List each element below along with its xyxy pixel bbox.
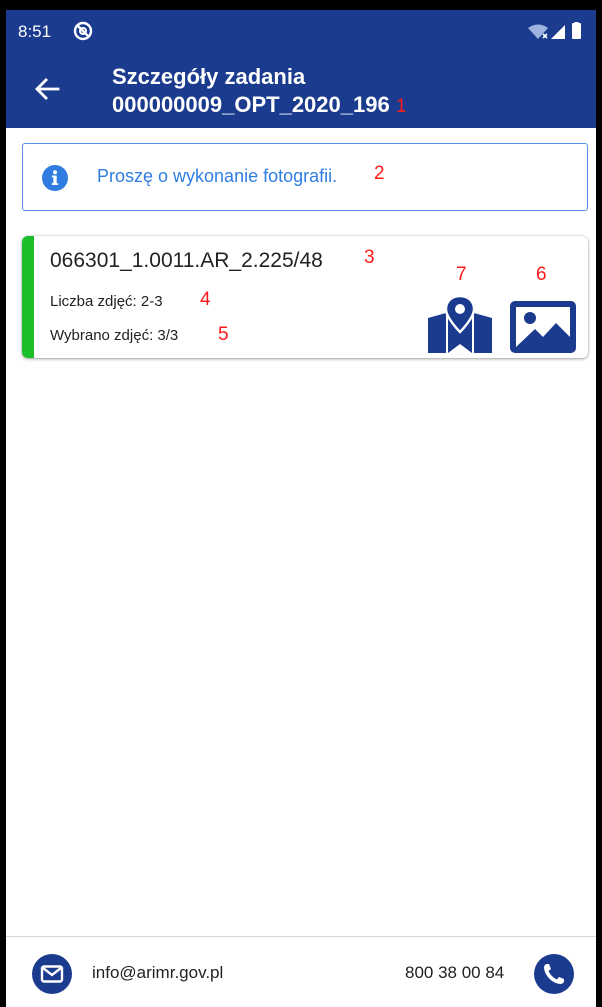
task-id: 000000009_OPT_2020_196 1 [112, 92, 406, 118]
info-message-box: Proszę o wykonanie fotografii. 2 [22, 143, 588, 211]
status-time: 8:51 [18, 22, 52, 41]
info-icon [42, 165, 68, 191]
task-id-text: 000000009_OPT_2020_196 [112, 92, 390, 117]
network-status-icons [528, 22, 581, 39]
selected-photos-label: Wybrano zdjęć: 3/3 [50, 327, 179, 344]
phone-icon[interactable] [534, 954, 574, 994]
phone-screen: 8:51 Szczegóły zadania 000000009_OPT_202… [6, 10, 596, 1007]
back-arrow-icon[interactable] [32, 74, 62, 104]
card-status-accent [22, 236, 34, 358]
photo-count-label: Liczba zdjęć: 2-3 [50, 293, 163, 310]
annotation-marker: 7 [456, 264, 467, 285]
status-bar: 8:51 [6, 10, 596, 52]
annotation-marker: 6 [536, 264, 547, 285]
info-message: Proszę o wykonanie fotografii. [97, 166, 338, 186]
image-gallery-icon[interactable] [510, 301, 576, 353]
contact-email-link[interactable]: info@arimr.gov.pl [92, 963, 223, 983]
sync-icon [73, 21, 93, 41]
annotation-marker: 5 [218, 324, 229, 345]
app-bar: Szczegóły zadania 000000009_OPT_2020_196… [6, 52, 596, 128]
annotation-marker: 1 [395, 96, 407, 117]
parcel-card[interactable]: 066301_1.0011.AR_2.225/48 3 Liczba zdjęć… [22, 236, 588, 358]
page-title: Szczegóły zadania [112, 64, 306, 89]
parcel-id: 066301_1.0011.AR_2.225/48 [50, 249, 323, 272]
contact-footer: info@arimr.gov.pl 800 38 00 84 [6, 936, 596, 1007]
annotation-marker: 2 [374, 163, 385, 184]
mail-icon[interactable] [32, 954, 72, 994]
annotation-marker: 4 [200, 289, 211, 310]
map-pin-icon[interactable] [426, 296, 494, 354]
annotation-marker: 3 [364, 247, 375, 268]
contact-phone-link[interactable]: 800 38 00 84 [405, 963, 504, 983]
